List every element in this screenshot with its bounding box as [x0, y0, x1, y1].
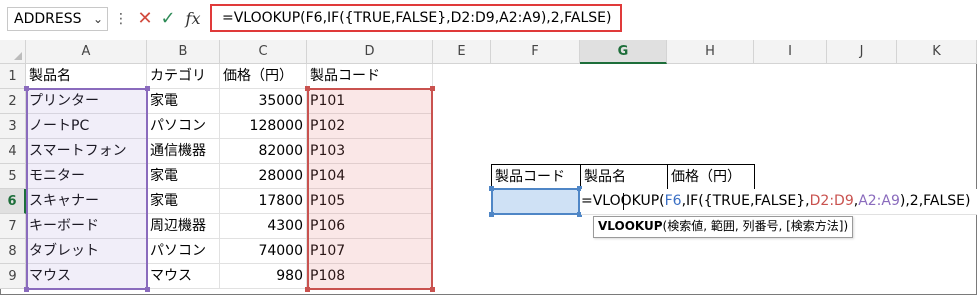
cell-b8[interactable]: パソコン	[147, 239, 220, 264]
cell-d7[interactable]: P106	[307, 214, 433, 239]
cell-a6[interactable]: スキャナー	[26, 189, 147, 214]
tooltip-arguments: (検索値, 範囲, 列番号, [検索方法])	[662, 219, 849, 233]
cell-c1[interactable]: 価格（円）	[220, 64, 307, 89]
column-header-k[interactable]: K	[897, 40, 977, 64]
formula-bar: ADDRESS ⌄ ⋮ ✕ ✓ fx =VLOOKUP(F6,IF({TRUE,…	[0, 0, 977, 40]
formula-arg-a2-a9: A2:A9	[858, 193, 900, 209]
cell-b9[interactable]: マウス	[147, 264, 220, 289]
cell-c6[interactable]: 17800	[220, 189, 307, 214]
row-header-8[interactable]: 8	[0, 239, 26, 264]
close-icon[interactable]: ✕	[135, 7, 155, 31]
column-header-b[interactable]: B	[147, 40, 220, 64]
range-handle[interactable]	[430, 86, 435, 91]
cell-f5[interactable]: 製品コード	[491, 164, 581, 190]
row-header-9[interactable]: 9	[0, 264, 26, 289]
formula-arg-f6: F6	[664, 193, 682, 209]
cell-h5[interactable]: 価格（円）	[667, 164, 755, 190]
chevron-down-icon[interactable]: ⌄	[93, 8, 103, 30]
cell-b7[interactable]: 周辺機器	[147, 214, 220, 239]
check-icon[interactable]: ✓	[158, 7, 178, 31]
cell-a1[interactable]: 製品名	[26, 64, 147, 89]
column-header-h[interactable]: H	[667, 40, 754, 64]
text-caret	[623, 193, 624, 210]
cell-b4[interactable]: 通信機器	[147, 139, 220, 164]
formula-arg-d2-d9: D2:D9	[809, 193, 854, 209]
cell-d5[interactable]: P104	[307, 164, 433, 189]
select-all-button[interactable]	[0, 40, 26, 64]
cell-d2[interactable]: P101	[307, 89, 433, 114]
insert-function-button[interactable]: fx	[182, 7, 204, 31]
cell-g6-editor[interactable]: =VLOOKUP(F6,IF({TRUE,FALSE},D2:D9,A2:A9)…	[581, 189, 977, 215]
cell-c5[interactable]: 28000	[220, 164, 307, 189]
column-header-c[interactable]: C	[220, 40, 307, 64]
range-handle[interactable]	[24, 287, 29, 292]
cell-b2[interactable]: 家電	[147, 89, 220, 114]
formula-mid: ,IF({TRUE,FALSE},	[681, 193, 810, 209]
cell-d1[interactable]: 製品コード	[307, 64, 433, 89]
row-header-5[interactable]: 5	[0, 164, 26, 189]
cell-c4[interactable]: 82000	[220, 139, 307, 164]
cell-c8[interactable]: 74000	[220, 239, 307, 264]
cell-a2[interactable]: プリンター	[26, 89, 147, 114]
cell-c3[interactable]: 128000	[220, 114, 307, 139]
formula-input[interactable]: =VLOOKUP(F6,IF({TRUE,FALSE},D2:D9,A2:A9)…	[210, 4, 622, 32]
row-header-4[interactable]: 4	[0, 139, 26, 164]
row-header-3[interactable]: 3	[0, 114, 26, 139]
range-handle[interactable]	[24, 86, 29, 91]
cell-a7[interactable]: キーボード	[26, 214, 147, 239]
cell-c7[interactable]: 4300	[220, 214, 307, 239]
cell-c9[interactable]: 980	[220, 264, 307, 289]
cell-b6[interactable]: 家電	[147, 189, 220, 214]
column-header-a[interactable]: A	[26, 40, 147, 64]
range-handle[interactable]	[430, 287, 435, 292]
column-header-e[interactable]: E	[433, 40, 491, 64]
row-header-7[interactable]: 7	[0, 214, 26, 239]
range-handle[interactable]	[145, 86, 150, 91]
column-header-g[interactable]: G	[580, 40, 667, 64]
name-box[interactable]: ADDRESS ⌄	[7, 7, 108, 31]
column-header-j[interactable]: J	[827, 40, 897, 64]
cell-a8[interactable]: タブレット	[26, 239, 147, 264]
name-box-value: ADDRESS	[14, 11, 82, 27]
range-handle[interactable]	[305, 287, 310, 292]
formula-suffix: ),2,FALSE)	[899, 193, 971, 209]
cell-d8[interactable]: P107	[307, 239, 433, 264]
row-header-1[interactable]: 1	[0, 64, 26, 89]
range-handle[interactable]	[489, 186, 494, 191]
cell-d3[interactable]: P102	[307, 114, 433, 139]
cell-d9[interactable]: P108	[307, 264, 433, 289]
range-handle[interactable]	[489, 212, 494, 217]
cell-b3[interactable]: パソコン	[147, 114, 220, 139]
column-header-i[interactable]: I	[754, 40, 827, 64]
function-tooltip: VLOOKUP(検索値, 範囲, 列番号, [検索方法])	[593, 216, 854, 238]
more-options-icon[interactable]: ⋮	[114, 9, 128, 29]
cell-a9[interactable]: マウス	[26, 264, 147, 289]
cell-a4[interactable]: スマートフォン	[26, 139, 147, 164]
range-handle[interactable]	[145, 287, 150, 292]
cell-g5[interactable]: 製品名	[580, 164, 668, 190]
range-handle[interactable]	[305, 86, 310, 91]
cell-a5[interactable]: モニター	[26, 164, 147, 189]
row-header-2[interactable]: 2	[0, 89, 26, 114]
cell-c2[interactable]: 35000	[220, 89, 307, 114]
cell-b5[interactable]: 家電	[147, 164, 220, 189]
column-header-f[interactable]: F	[491, 40, 580, 64]
tooltip-function-name[interactable]: VLOOKUP	[598, 219, 663, 233]
cell-b1[interactable]: カテゴリ	[147, 64, 220, 89]
cell-a3[interactable]: ノートPC	[26, 114, 147, 139]
cell-d6[interactable]: P105	[307, 189, 433, 214]
column-header-d[interactable]: D	[307, 40, 433, 64]
cell-d4[interactable]: P103	[307, 139, 433, 164]
row-header-6[interactable]: 6	[0, 189, 26, 214]
